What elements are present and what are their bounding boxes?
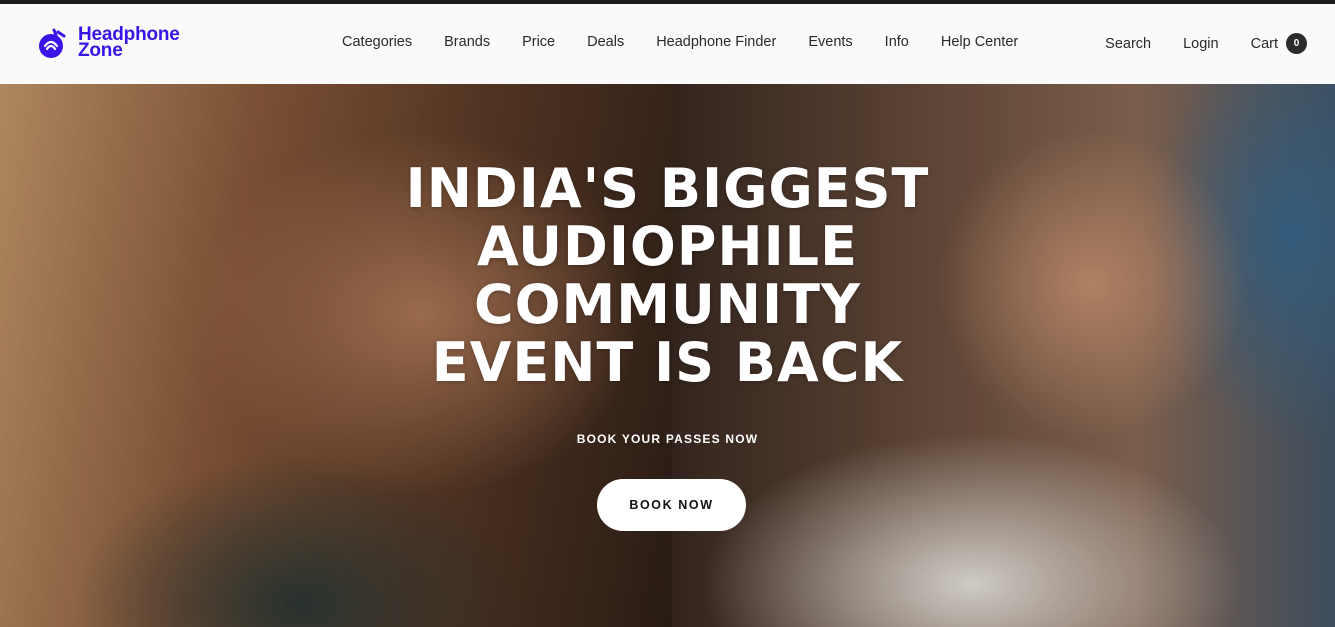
hero-title-line: AUDIOPHILE	[477, 215, 858, 278]
nav-item-brands[interactable]: Brands	[444, 34, 490, 50]
brand-logo[interactable]: Headphone Zone	[36, 25, 180, 61]
hero-subtitle: BOOK YOUR PASSES NOW	[576, 432, 759, 446]
hero-title-line: EVENT IS BACK	[431, 331, 904, 394]
cart-count-badge: 0	[1286, 33, 1307, 54]
book-now-button[interactable]: BOOK NOW	[597, 479, 746, 531]
nav-item-info[interactable]: Info	[885, 34, 909, 50]
site-header: Headphone Zone Categories Brands Price D…	[0, 4, 1335, 84]
main-nav: Categories Brands Price Deals Headphone …	[342, 34, 1018, 50]
brand-name: Headphone Zone	[78, 25, 180, 61]
nav-item-deals[interactable]: Deals	[587, 34, 624, 50]
nav-item-price[interactable]: Price	[522, 34, 555, 50]
nav-item-categories[interactable]: Categories	[342, 34, 412, 50]
hero-title: INDIA'S BIGGEST AUDIOPHILE COMMUNITY EVE…	[0, 160, 1335, 392]
cart-label: Cart	[1250, 35, 1278, 52]
hero-title-line: INDIA'S BIGGEST	[405, 157, 930, 220]
nav-item-events[interactable]: Events	[808, 34, 852, 50]
nav-item-headphone-finder[interactable]: Headphone Finder	[656, 34, 776, 50]
login-link[interactable]: Login	[1183, 36, 1218, 52]
cart-link[interactable]: Cart 0	[1251, 33, 1307, 54]
hero-title-line: COMMUNITY	[473, 273, 862, 336]
brand-name-line2: Zone	[78, 40, 123, 61]
search-link[interactable]: Search	[1105, 36, 1151, 52]
headphone-zone-logo-icon	[39, 28, 66, 58]
hero-banner: INDIA'S BIGGEST AUDIOPHILE COMMUNITY EVE…	[0, 84, 1335, 627]
utility-nav: Search Login Cart 0	[1073, 33, 1307, 54]
nav-item-help-center[interactable]: Help Center	[941, 34, 1018, 50]
